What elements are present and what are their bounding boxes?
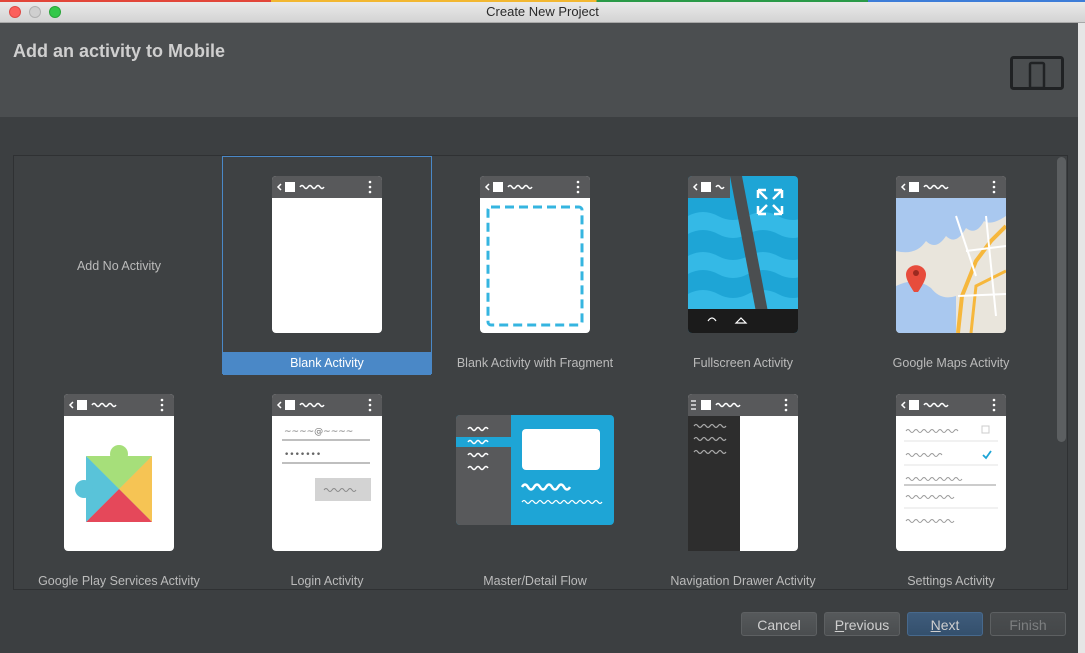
tile-navigation-drawer-activity[interactable]: Navigation Drawer Activity xyxy=(639,375,847,589)
blank-activity-preview xyxy=(272,176,382,333)
finish-button[interactable]: Finish xyxy=(990,612,1066,636)
tile-label: Google Maps Activity xyxy=(892,356,1010,370)
tile-add-no-activity[interactable]: Add No Activity xyxy=(15,157,223,373)
previous-label: revious xyxy=(844,617,890,633)
tile-blank-activity[interactable]: Blank Activity xyxy=(222,156,432,375)
fullscreen-preview xyxy=(688,176,798,333)
play-puzzle-icon xyxy=(75,445,152,522)
tile-label: Login Activity xyxy=(290,574,364,588)
tile-label: Add No Activity xyxy=(76,259,162,273)
next-label: ext xyxy=(940,617,960,633)
tile-settings-activity[interactable]: Settings Activity xyxy=(847,375,1055,589)
tile-label: Settings Activity xyxy=(907,574,995,588)
window-titlebar: Create New Project xyxy=(0,0,1085,23)
tile-master-detail-flow[interactable]: Master/Detail Flow xyxy=(431,375,639,589)
next-button[interactable]: Next xyxy=(907,612,983,636)
previous-mnemonic: P xyxy=(834,617,845,633)
settings-preview xyxy=(896,394,1006,551)
tile-label: Blank Activity xyxy=(223,352,431,375)
tile-fullscreen-activity[interactable]: Fullscreen Activity xyxy=(639,157,847,373)
tile-label: Blank Activity with Fragment xyxy=(456,356,614,370)
color-strip xyxy=(0,0,1085,2)
window-title: Create New Project xyxy=(486,4,599,19)
tile-label: Google Play Services Activity xyxy=(38,574,200,588)
cancel-button[interactable]: Cancel xyxy=(741,612,817,636)
tile-blank-activity-with-fragment[interactable]: Blank Activity with Fragment xyxy=(431,157,639,373)
phone-tablet-icon xyxy=(1010,56,1064,90)
tile-label: Navigation Drawer Activity xyxy=(670,574,816,588)
play-services-preview xyxy=(64,394,174,551)
master-detail-preview xyxy=(456,415,614,525)
tile-login-activity[interactable]: ~~~~@~~~~ ••••••• Login Activity xyxy=(223,375,431,589)
maps-preview xyxy=(896,176,1006,333)
gallery-scrollbar[interactable] xyxy=(1057,157,1066,442)
tile-label: Fullscreen Activity xyxy=(692,356,794,370)
next-mnemonic: N xyxy=(930,617,941,633)
tile-google-maps-activity[interactable]: Google Maps Activity xyxy=(847,157,1055,373)
tile-google-play-services-activity[interactable]: Google Play Services Activity xyxy=(15,375,223,589)
previous-button[interactable]: Previous xyxy=(824,612,900,636)
activity-gallery: Add No Activity Blank Activity Blank Act… xyxy=(13,155,1068,590)
blank-fragment-preview xyxy=(480,176,590,333)
login-password-placeholder: ••••••• xyxy=(284,450,321,460)
page-title: Add an activity to Mobile xyxy=(13,41,226,61)
nav-drawer-preview xyxy=(688,394,798,551)
login-email-placeholder: ~~~~@~~~~ xyxy=(284,427,353,437)
wizard-header xyxy=(0,23,1078,117)
login-preview: ~~~~@~~~~ ••••••• xyxy=(272,394,382,551)
tile-label: Master/Detail Flow xyxy=(483,574,587,588)
window-edge xyxy=(1078,23,1085,653)
